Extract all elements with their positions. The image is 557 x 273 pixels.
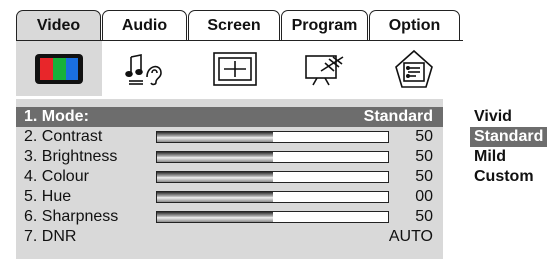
tab-icon-row [16,40,463,96]
tab-screen[interactable]: Screen [188,10,280,41]
brightness-value: 50 [415,148,433,165]
video-settings-panel: 1. Mode: Standard 2. Contrast 50 3. Brig… [16,99,443,259]
sharpness-slider-fill [157,212,273,222]
contrast-value: 50 [415,128,433,145]
menu-row-contrast[interactable]: 2. Contrast 50 [16,127,443,147]
tab-screen-label: Screen [207,17,261,34]
mode-option-standard[interactable]: Standard [470,127,548,147]
menu-row-colour[interactable]: 4. Colour 50 [16,167,443,187]
mode-value: Standard [363,108,433,125]
sharpness-slider[interactable] [156,211,389,223]
screen-icon-cell[interactable] [188,41,281,96]
sharpness-label: 6. Sharpness [24,208,119,225]
hue-value: 00 [415,188,433,205]
tab-option-label: Option [388,17,441,34]
settings-document-icon [395,49,433,88]
brightness-slider-fill [157,152,273,162]
colour-slider[interactable] [156,171,389,183]
sharpness-value: 50 [415,208,433,225]
mode-options-list: Vivid Standard Mild Custom [470,107,548,187]
colour-slider-fill [157,172,273,182]
option-icon-cell[interactable] [369,41,459,96]
tab-audio-label: Audio [121,17,168,34]
hue-slider-fill [157,192,273,202]
tab-video[interactable]: Video [16,10,101,41]
contrast-slider-fill [157,132,273,142]
tv-color-bars-icon [35,53,83,84]
music-note-ear-icon [125,53,162,85]
brightness-slider[interactable] [156,151,389,163]
dnr-label: 7. DNR [24,228,77,245]
menu-row-hue[interactable]: 5. Hue 00 [16,187,443,207]
tab-program-label: Program [291,17,358,34]
menu-row-dnr[interactable]: 7. DNR AUTO [16,227,443,247]
screen-crosshair-icon [212,51,257,86]
mode-option-custom[interactable]: Custom [470,167,547,187]
tab-video-label: Video [36,17,81,34]
colour-value: 50 [415,168,433,185]
menu-row-brightness[interactable]: 3. Brightness 50 [16,147,443,167]
antenna-tv-icon [305,54,344,85]
mode-option-mild[interactable]: Mild [470,147,547,167]
video-icon-cell[interactable] [16,41,102,96]
mode-label: 1. Mode: [24,108,89,125]
tab-program[interactable]: Program [281,10,368,41]
hue-slider[interactable] [156,191,389,203]
program-icon-cell[interactable] [281,41,369,96]
menu-row-mode[interactable]: 1. Mode: Standard [16,107,443,127]
tab-option[interactable]: Option [369,10,460,41]
contrast-label: 2. Contrast [24,128,103,145]
contrast-slider[interactable] [156,131,389,143]
menu-row-sharpness[interactable]: 6. Sharpness 50 [16,207,443,227]
hue-label: 5. Hue [24,188,72,205]
audio-icon-cell[interactable] [102,41,188,96]
tab-audio[interactable]: Audio [102,10,187,41]
mode-option-vivid[interactable]: Vivid [470,107,547,127]
brightness-label: 3. Brightness [24,148,118,165]
colour-label: 4. Colour [24,168,89,185]
dnr-value: AUTO [388,228,433,245]
